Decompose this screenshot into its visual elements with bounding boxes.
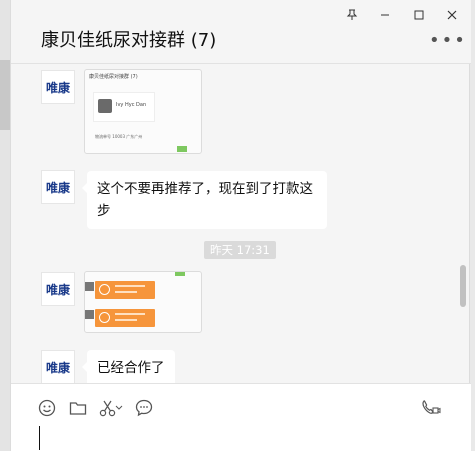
- chat-window: 康贝佳纸尿对接群 (7) ••• 唯康 康贝佳纸尿对接群 (7) Ivy Hyc…: [10, 0, 471, 451]
- message-list[interactable]: 唯康 康贝佳纸尿对接群 (7) Ivy Hyc Dan 物流单号 10003 广…: [11, 65, 471, 383]
- thumbnail-title: 康贝佳纸尿对接群 (7): [89, 74, 138, 80]
- thumbnail-face: [85, 310, 94, 319]
- orange-card-icon: [99, 312, 110, 323]
- pin-icon[interactable]: [341, 6, 363, 24]
- thumbnail-footer-text: 物流单号 10003 广东广州: [95, 134, 143, 139]
- background-window-mark: [0, 60, 10, 130]
- folder-icon[interactable]: [69, 398, 87, 418]
- message-input-area[interactable]: [11, 383, 471, 451]
- message-line: 已经合作了: [97, 360, 165, 376]
- text-cursor: [39, 426, 40, 450]
- text-message[interactable]: 已经合作了: [82, 350, 175, 383]
- orange-card-text: [115, 319, 137, 321]
- avatar[interactable]: 唯康: [41, 350, 75, 383]
- background-window-strip: [0, 0, 10, 451]
- orange-card-icon: [99, 284, 110, 295]
- thumbnail-card-name: Ivy Hyc Dan: [116, 102, 147, 108]
- avatar[interactable]: 唯康: [41, 170, 75, 204]
- minimize-icon[interactable]: [374, 6, 396, 24]
- thumbnail-face: [98, 99, 112, 113]
- image-message[interactable]: 康贝佳纸尿对接群 (7) Ivy Hyc Dan 物流单号 10003 广东广州: [84, 69, 202, 154]
- thumbnail-orange-card: [95, 281, 155, 299]
- thumbnail-orange-card: [95, 309, 155, 327]
- avatar[interactable]: 唯康: [41, 272, 75, 306]
- video-call-icon[interactable]: [421, 398, 441, 418]
- thumbnail-face: [85, 282, 94, 291]
- timestamp: 昨天 17:31: [204, 241, 276, 259]
- text-message[interactable]: 这个不要再推荐了，现在到了打款这 步: [82, 171, 327, 229]
- thumbnail-contact-card: Ivy Hyc Dan: [93, 92, 155, 122]
- message-line: 这个不要再推荐了，现在到了打款这: [97, 181, 313, 197]
- thumbnail-send-button: [177, 146, 187, 152]
- message-line: 步: [97, 203, 111, 219]
- chat-title: 康贝佳纸尿对接群 (7): [41, 30, 217, 51]
- maximize-icon[interactable]: [408, 6, 430, 24]
- scissors-icon[interactable]: [99, 398, 123, 418]
- image-message[interactable]: [84, 271, 202, 333]
- chat-bubble-icon[interactable]: [135, 398, 153, 418]
- close-icon[interactable]: [441, 6, 463, 24]
- title-bar: 康贝佳纸尿对接群 (7) •••: [11, 0, 471, 64]
- scrollbar-thumb[interactable]: [460, 265, 466, 307]
- orange-card-text: [115, 313, 145, 315]
- orange-card-text: [115, 285, 145, 287]
- more-options-icon[interactable]: •••: [429, 30, 467, 51]
- emoji-icon[interactable]: [38, 398, 56, 418]
- avatar[interactable]: 唯康: [41, 70, 75, 104]
- thumbnail-green-mark: [175, 272, 185, 276]
- orange-card-text: [115, 291, 137, 293]
